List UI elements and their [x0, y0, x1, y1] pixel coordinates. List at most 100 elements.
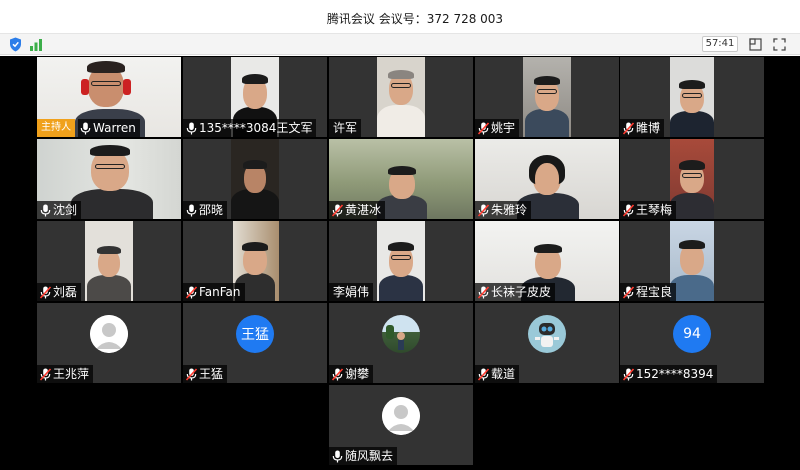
- person-shape: [535, 163, 559, 195]
- fullscreen-icon[interactable]: [771, 36, 787, 52]
- person-shape: [679, 240, 705, 249]
- person-shape: [379, 275, 423, 301]
- participant-name-label: 许军: [329, 119, 362, 137]
- meeting-title: 腾讯会议 会议号：372 728 003: [326, 12, 504, 26]
- signal-strength-icon[interactable]: [28, 36, 44, 52]
- person-shape: [534, 76, 560, 85]
- microphone-muted-icon: [40, 285, 51, 299]
- default-avatar-icon: [90, 315, 128, 353]
- person-shape: [97, 246, 121, 254]
- default-avatar-icon: [382, 397, 420, 435]
- participant-tile[interactable]: 长袜子皮皮: [475, 221, 619, 301]
- participant-name: FanFan: [199, 285, 241, 299]
- layout-icon[interactable]: [747, 36, 763, 52]
- participant-name-label: 李娟伟: [329, 283, 374, 301]
- participant-tile[interactable]: 邵晓: [183, 139, 327, 219]
- person-shape: [679, 80, 705, 89]
- text-avatar: 94: [673, 315, 711, 353]
- participant-tile[interactable]: 姚宇: [475, 57, 619, 137]
- person-shape: [670, 193, 714, 219]
- participant-tile[interactable]: 135****3084王文军: [183, 57, 327, 137]
- video-feed: [85, 221, 133, 301]
- microphone-muted-icon: [478, 121, 489, 135]
- participant-name: 135****3084王文军: [199, 121, 313, 135]
- participant-tile[interactable]: 沈剑: [37, 139, 181, 219]
- participant-name: 长袜子皮皮: [491, 285, 552, 299]
- participant-name: 载道: [491, 367, 516, 381]
- microphone-icon: [186, 204, 197, 216]
- participant-tile[interactable]: 载道: [475, 303, 619, 383]
- video-feed: [670, 139, 714, 219]
- participant-tile[interactable]: FanFan: [183, 221, 327, 301]
- participant-name-label: 谢攀: [329, 365, 374, 383]
- shield-icon[interactable]: [7, 36, 23, 52]
- microphone-muted-icon: [478, 367, 489, 381]
- participant-tile[interactable]: 刘磊: [37, 221, 181, 301]
- participant-name-label: 邵晓: [183, 201, 228, 219]
- person-shape: [388, 242, 414, 251]
- participant-name: 谢攀: [345, 367, 370, 381]
- participant-name-label: 152****8394: [620, 365, 718, 383]
- person-shape: [682, 93, 702, 98]
- title-bar: 腾讯会议 会议号：372 728 003: [0, 0, 800, 34]
- participant-tile[interactable]: 黄湛冰: [329, 139, 473, 219]
- person-shape: [377, 105, 425, 137]
- microphone-muted-icon: [332, 203, 343, 217]
- video-feed: [523, 57, 571, 137]
- participant-name-label: 王兆萍: [37, 365, 94, 383]
- participant-name: 姚宇: [491, 121, 516, 135]
- participant-name-label: 程宝良: [620, 283, 677, 301]
- microphone-muted-icon: [40, 367, 51, 381]
- person-shape: [388, 70, 414, 79]
- person-shape: [87, 275, 131, 301]
- participant-tile[interactable]: 94 152****8394: [620, 303, 764, 383]
- participant-tile[interactable]: 李娟伟: [329, 221, 473, 301]
- participant-name: 沈剑: [53, 203, 78, 217]
- participant-name-label: FanFan: [183, 283, 245, 301]
- person-shape: [90, 145, 130, 156]
- participant-tile-warren[interactable]: 主持人 Warren: [37, 57, 181, 137]
- participant-tile[interactable]: 睢博: [620, 57, 764, 137]
- participant-name-label: 王猛: [183, 365, 228, 383]
- participant-name: 邵晓: [199, 203, 224, 217]
- participant-tile[interactable]: 朱雅玲: [475, 139, 619, 219]
- person-shape: [388, 166, 416, 175]
- participant-tile[interactable]: 程宝良: [620, 221, 764, 301]
- participant-name-label: 睢博: [620, 119, 665, 137]
- microphone-icon: [332, 450, 343, 462]
- participant-name-label: 王琴梅: [620, 201, 677, 219]
- participant-name-label: 黄湛冰: [329, 201, 386, 219]
- headphones-shape: [81, 79, 89, 95]
- participant-tile[interactable]: 王猛 王猛: [183, 303, 327, 383]
- participant-name: 王琴梅: [636, 203, 673, 217]
- person-shape: [391, 255, 411, 260]
- microphone-icon: [80, 122, 91, 134]
- video-feed: [670, 57, 714, 137]
- microphone-muted-icon: [186, 367, 197, 381]
- participant-name-label: 随风飘去: [329, 447, 398, 465]
- photo-avatar: [382, 315, 420, 353]
- participant-name: 朱雅玲: [491, 203, 528, 217]
- microphone-muted-icon: [623, 203, 634, 217]
- participant-tile[interactable]: 随风飘去: [329, 385, 473, 465]
- microphone-muted-icon: [623, 285, 634, 299]
- participant-name-label: Warren: [78, 119, 140, 137]
- microphone-muted-icon: [478, 203, 489, 217]
- participant-name-label: 刘磊: [37, 283, 82, 301]
- participant-tile[interactable]: 谢攀: [329, 303, 473, 383]
- video-feed: [670, 221, 714, 301]
- video-feed: [377, 57, 425, 137]
- person-shape: [71, 189, 153, 219]
- participant-tile[interactable]: 许军: [329, 57, 473, 137]
- person-shape: [670, 275, 714, 301]
- microphone-muted-icon: [478, 285, 489, 299]
- microphone-muted-icon: [332, 367, 343, 381]
- participant-name: 随风飘去: [345, 449, 394, 463]
- participant-tile[interactable]: 王琴梅: [620, 139, 764, 219]
- meeting-timer: 57:41: [702, 36, 738, 52]
- participant-tile[interactable]: 王兆萍: [37, 303, 181, 383]
- participant-name: 王猛: [199, 367, 224, 381]
- text-avatar: 王猛: [236, 315, 274, 353]
- person-shape: [87, 61, 125, 73]
- headphones-shape: [123, 79, 131, 95]
